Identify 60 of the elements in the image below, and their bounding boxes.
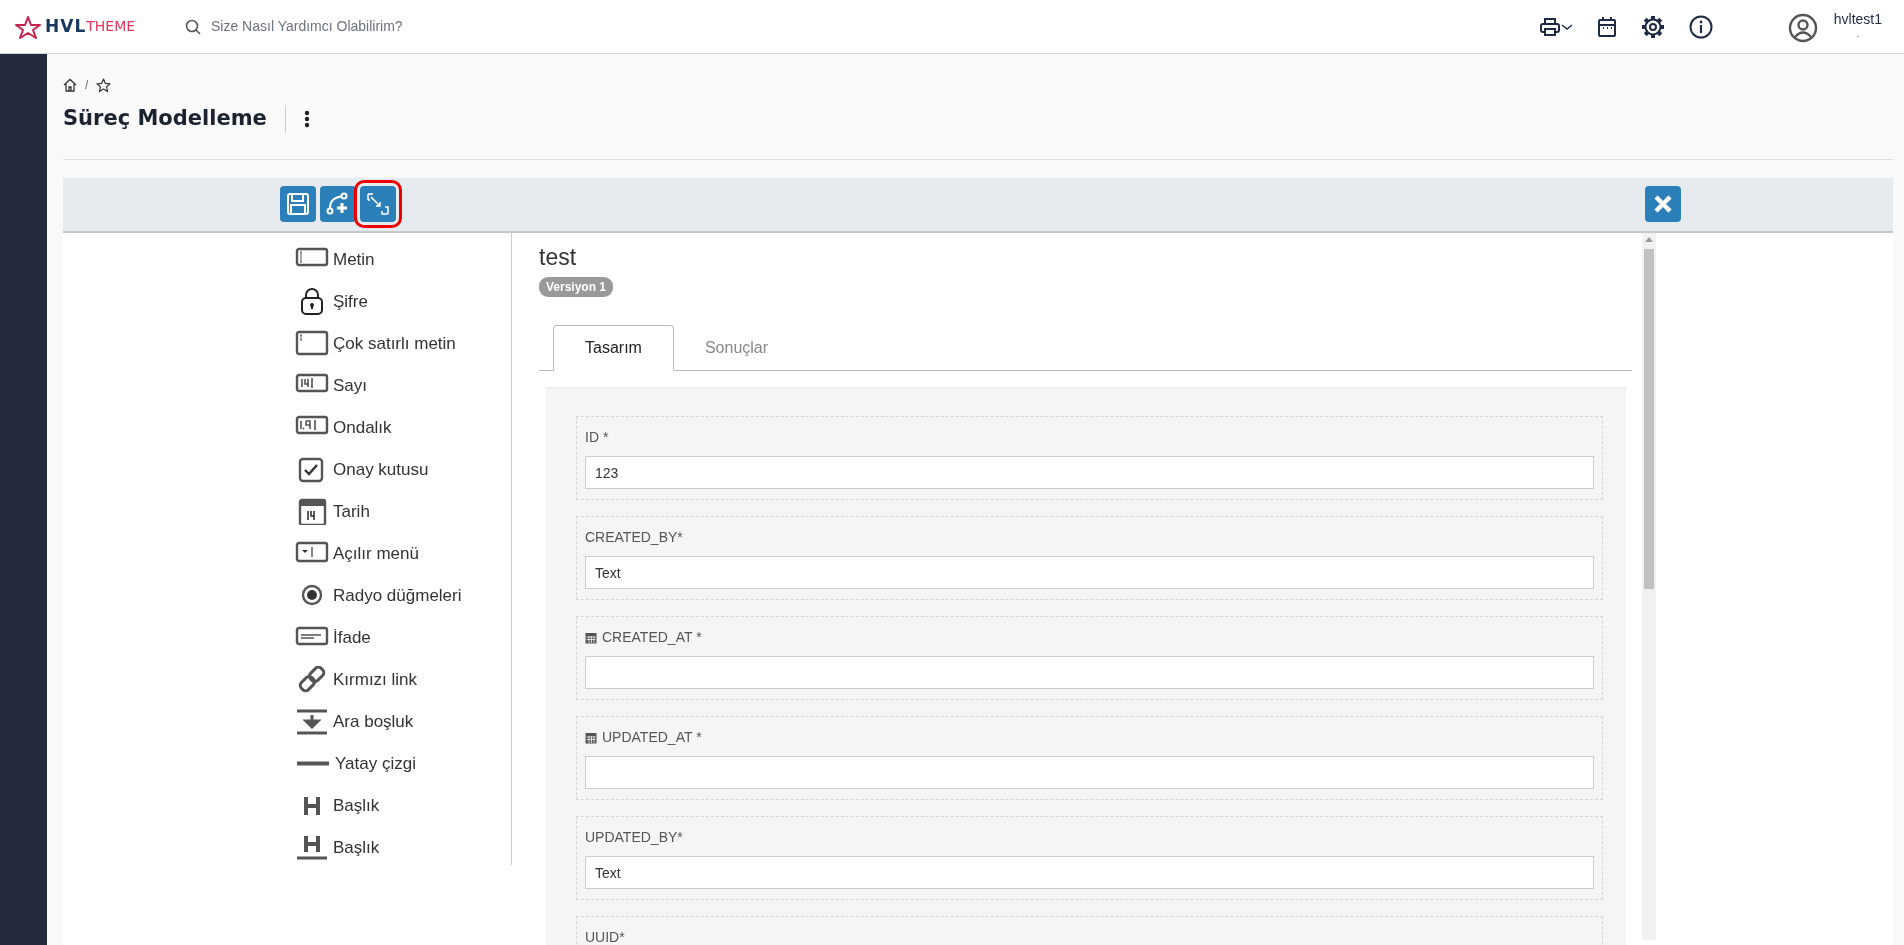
calendar-icon <box>585 631 597 644</box>
home-icon[interactable] <box>63 78 77 92</box>
calendar-icon <box>585 731 597 744</box>
breadcrumb-separator: / <box>85 77 89 94</box>
heading-underlined-icon <box>295 834 329 862</box>
palette-item[interactable]: Başlık <box>295 784 511 827</box>
more-options-icon[interactable] <box>303 110 310 128</box>
palette-item[interactable]: Açılır menü <box>295 532 511 575</box>
logo: HVLTHEME <box>15 13 175 40</box>
scrollbar[interactable] <box>1642 232 1656 940</box>
user-avatar-icon[interactable] <box>1787 13 1818 44</box>
arrow-between-boxes-icon <box>366 192 390 217</box>
user-name: hvltest1 <box>1833 10 1882 30</box>
field-label: CREATED_BY* <box>585 528 683 548</box>
palette-item[interactable]: Başlık <box>295 826 511 869</box>
branch-plus-button[interactable] <box>320 186 356 223</box>
spacer-icon <box>295 708 329 736</box>
settings-icon[interactable] <box>1640 14 1665 39</box>
branch-plus-icon <box>326 192 350 217</box>
tab[interactable]: Tasarım <box>553 325 674 372</box>
horizontal-line-icon <box>296 761 330 767</box>
input-field[interactable]: Text <box>585 556 1594 590</box>
palette-item[interactable]: Metin <box>295 238 511 281</box>
palette-item[interactable]: İfade <box>295 616 511 659</box>
input-field[interactable]: 123 <box>585 456 1594 490</box>
input-field[interactable] <box>585 656 1594 690</box>
palette-item[interactable]: Yatay çizgi <box>295 742 511 785</box>
field-label: UPDATED_BY* <box>585 828 683 848</box>
scroll-up-arrow-icon[interactable] <box>1645 236 1653 242</box>
input-field[interactable]: Text <box>585 856 1594 890</box>
star-icon[interactable] <box>96 77 112 93</box>
palette-item[interactable]: Sayı <box>295 364 511 407</box>
field-label: ID * <box>585 428 609 448</box>
calendar-icon[interactable] <box>1596 15 1617 38</box>
page-title: Süreç Modelleme <box>63 106 267 132</box>
version-badge: Versiyon 1 <box>539 277 614 298</box>
form-title: test <box>539 244 578 271</box>
floppy-disk-button[interactable] <box>280 186 316 223</box>
chevron-down-icon <box>1560 22 1573 31</box>
close-button[interactable] <box>1645 186 1681 223</box>
scrollbar-thumb[interactable] <box>1644 248 1654 589</box>
palette-item[interactable]: Şifre <box>295 280 511 323</box>
user-subtitle: - <box>1856 30 1860 44</box>
info-icon[interactable] <box>1688 14 1713 39</box>
field-label: UPDATED_AT * <box>602 728 702 748</box>
search-icon <box>185 18 201 35</box>
palette-item[interactable]: Kırmızı link <box>295 658 511 701</box>
text-box-icon <box>295 330 329 358</box>
input-field[interactable] <box>585 756 1594 790</box>
palette-item[interactable]: Onay kutusu <box>295 448 511 491</box>
palette-item[interactable]: Tarih <box>295 490 511 533</box>
close-icon <box>1653 194 1673 215</box>
print-menu-button[interactable] <box>1538 16 1573 37</box>
palette-item[interactable]: Radyo düğmeleri <box>295 574 511 617</box>
palette-item[interactable]: Ara boşluk <box>295 700 511 743</box>
tab[interactable]: Sonuçlar <box>673 325 800 372</box>
palette-item[interactable]: Ondalık <box>295 406 511 449</box>
palette-item[interactable]: Çok satırlı metin <box>295 322 511 365</box>
field-label: UUID* <box>585 928 625 945</box>
field-label: CREATED_AT * <box>602 628 702 648</box>
